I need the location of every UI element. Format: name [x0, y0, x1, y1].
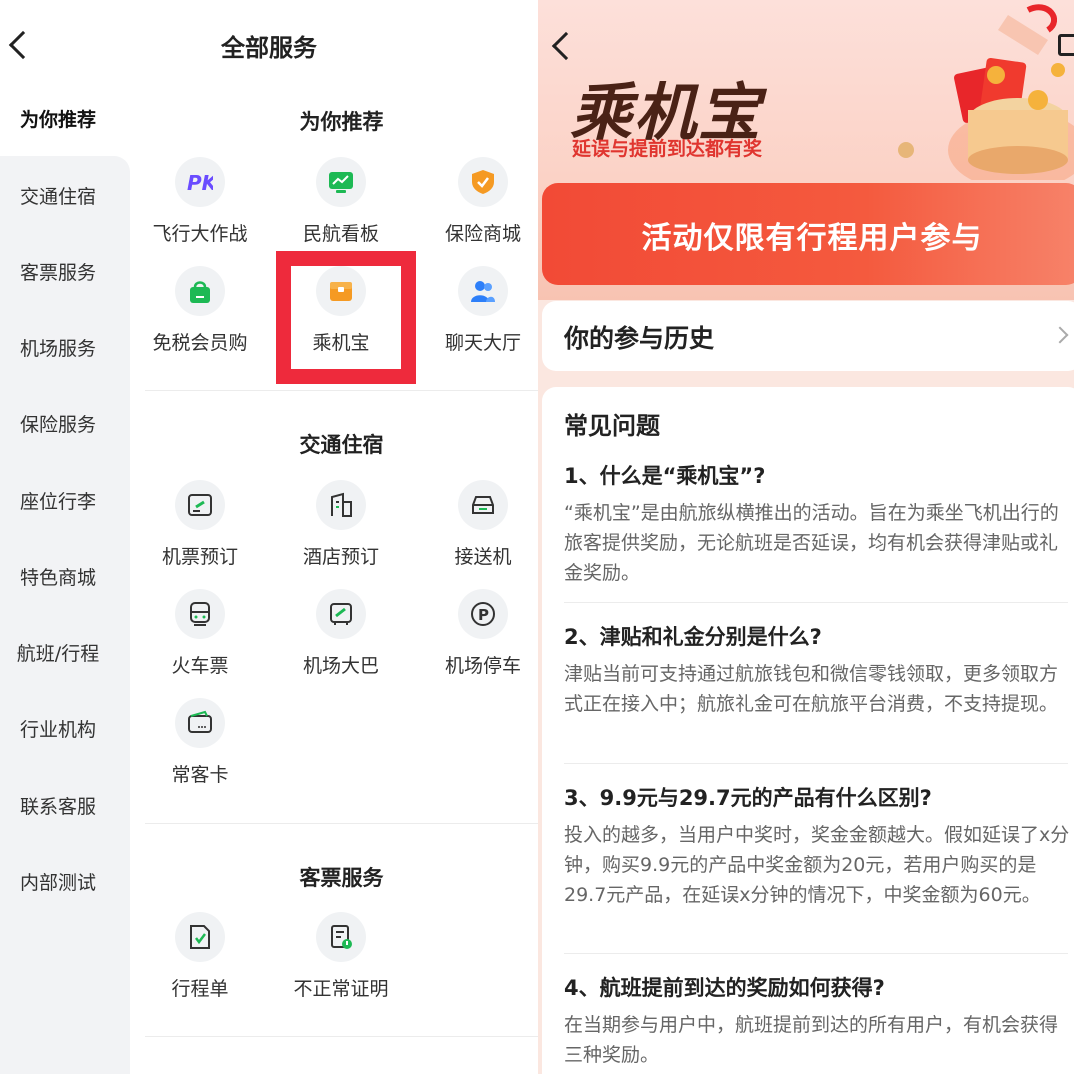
faq-answer: 在当期参与用户中，航班提前到达的所有用户，有机会获得三种奖励。 [564, 1014, 1059, 1066]
sidebar-item-ticket-service[interactable]: 客票服务 [0, 258, 116, 285]
parking-icon: P [458, 589, 508, 639]
share-icon[interactable] [1058, 34, 1074, 56]
train-icon [175, 589, 225, 639]
page-title: 全部服务 [221, 34, 317, 62]
svg-text:PK: PK [187, 171, 213, 195]
faq-title: 常见问题 [564, 412, 660, 440]
car-icon [458, 480, 508, 530]
shopping-bag-icon [175, 266, 225, 316]
category-sidebar: 为你推荐 交通住宿 客票服务 机场服务 保险服务 座位行李 特色商城 航班/行程… [0, 78, 130, 1074]
activity-notice-banner: 活动仅限有行程用户参与 [542, 183, 1074, 285]
faq-answer: 投入的越多，当用户中奖时，奖金金额越大。假如延误了x分钟，购买9.9元的产品中奖… [564, 824, 1070, 906]
faq-question: 1、什么是“乘机宝”? [564, 464, 766, 488]
users-icon [458, 266, 508, 316]
section-divider [145, 1036, 538, 1037]
hotel-icon [316, 480, 366, 530]
services-panel: 全部服务 为你推荐 交通住宿 客票服务 机场服务 保险服务 座位行李 特色商城 … [0, 0, 538, 1074]
ticket-icon [175, 480, 225, 530]
faq-question: 3、9.9元与29.7元的产品有什么区别? [564, 786, 932, 810]
section-title-transport: 交通住宿 [299, 433, 384, 457]
back-icon[interactable] [551, 31, 581, 61]
highlight-box [276, 251, 416, 384]
faq-divider [564, 763, 1068, 764]
sidebar-item-airport-service[interactable]: 机场服务 [0, 334, 116, 361]
banner-text: 活动仅限有行程用户参与 [641, 221, 983, 256]
sidebar-item-mall[interactable]: 特色商城 [0, 563, 116, 590]
participation-history-row[interactable]: 你的参与历史 [542, 301, 1074, 371]
faq-question: 2、津贴和礼金分别是什么? [564, 625, 822, 649]
faq-answer: “乘机宝”是由航旅纵横推出的活动。旨在为乘坐飞机出行的旅客提供奖励，无论航班是否… [564, 502, 1059, 584]
faq-divider [564, 953, 1068, 954]
section-divider [145, 390, 538, 391]
faq-question: 4、航班提前到达的奖励如何获得? [564, 976, 885, 1000]
sidebar-item-internal-test[interactable]: 内部测试 [0, 868, 116, 895]
section-title-ticket-service: 客票服务 [299, 866, 384, 890]
sidebar-item-flight[interactable]: 航班/行程 [0, 639, 116, 666]
section-title-recommend: 为你推荐 [299, 110, 384, 134]
chevron-right-icon [1051, 326, 1069, 344]
sidebar-item-recommend[interactable]: 为你推荐 [0, 105, 116, 132]
brand-subtitle: 延误与提前到达都有奖 [572, 138, 763, 160]
certificate-icon [316, 912, 366, 962]
sidebar-item-transport[interactable]: 交通住宿 [0, 182, 116, 209]
chengjibao-activity-page: 乘机宝 延误与提前到达都有奖 活动仅限有行程用户参与 你的参与历史 常见问题 1… [538, 0, 1074, 1074]
itinerary-icon [175, 912, 225, 962]
sidebar-background [0, 156, 130, 1074]
bus-icon [316, 589, 366, 639]
history-label: 你的参与历史 [564, 324, 715, 353]
section-divider [145, 823, 538, 824]
card-icon [175, 698, 225, 748]
faq-answer: 津贴当前可支持通过航旅钱包和微信零钱领取，更多领取方式正在接入中；航旅礼金可在航… [564, 663, 1059, 715]
dashboard-icon [316, 157, 366, 207]
shield-icon [458, 157, 508, 207]
faq-divider [564, 602, 1068, 603]
svg-text:P: P [478, 606, 489, 624]
sidebar-item-seat-luggage[interactable]: 座位行李 [0, 487, 116, 514]
gift-box-illustration [898, 0, 1074, 190]
sidebar-item-insurance[interactable]: 保险服务 [0, 410, 116, 437]
sidebar-item-institution[interactable]: 行业机构 [0, 715, 116, 742]
pk-icon: PK [175, 157, 225, 207]
sidebar-item-customer-service[interactable]: 联系客服 [0, 792, 116, 819]
faq-card: 常见问题 1、什么是“乘机宝”? “乘机宝”是由航旅纵横推出的活动。旨在为乘坐飞… [542, 387, 1074, 1074]
